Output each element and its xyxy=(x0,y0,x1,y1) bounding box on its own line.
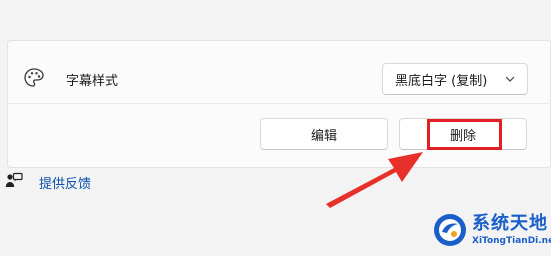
watermark-title: 系统天地 xyxy=(472,213,548,234)
caption-style-dropdown[interactable]: 黑底白字 (复制) xyxy=(382,63,528,95)
annotation-arrow xyxy=(326,152,423,208)
edit-button[interactable]: 编辑 xyxy=(260,118,388,150)
card-divider xyxy=(7,103,551,104)
delete-button-label: 删除 xyxy=(449,128,476,144)
chevron-down-icon xyxy=(505,76,515,82)
watermark-url: XiTongTianDi.net xyxy=(472,236,551,246)
dropdown-value: 黑底白字 (复制) xyxy=(395,73,488,89)
feedback-link[interactable]: 提供反馈 xyxy=(39,173,91,192)
watermark-logo-icon xyxy=(434,214,466,246)
feedback-icon xyxy=(5,172,23,187)
watermark: 系统天地 XiTongTianDi.net xyxy=(428,204,551,256)
edit-button-label: 编辑 xyxy=(310,128,337,144)
delete-button[interactable]: 删除 xyxy=(399,118,527,150)
palette-icon xyxy=(24,68,44,87)
caption-style-label: 字幕样式 xyxy=(66,74,119,89)
